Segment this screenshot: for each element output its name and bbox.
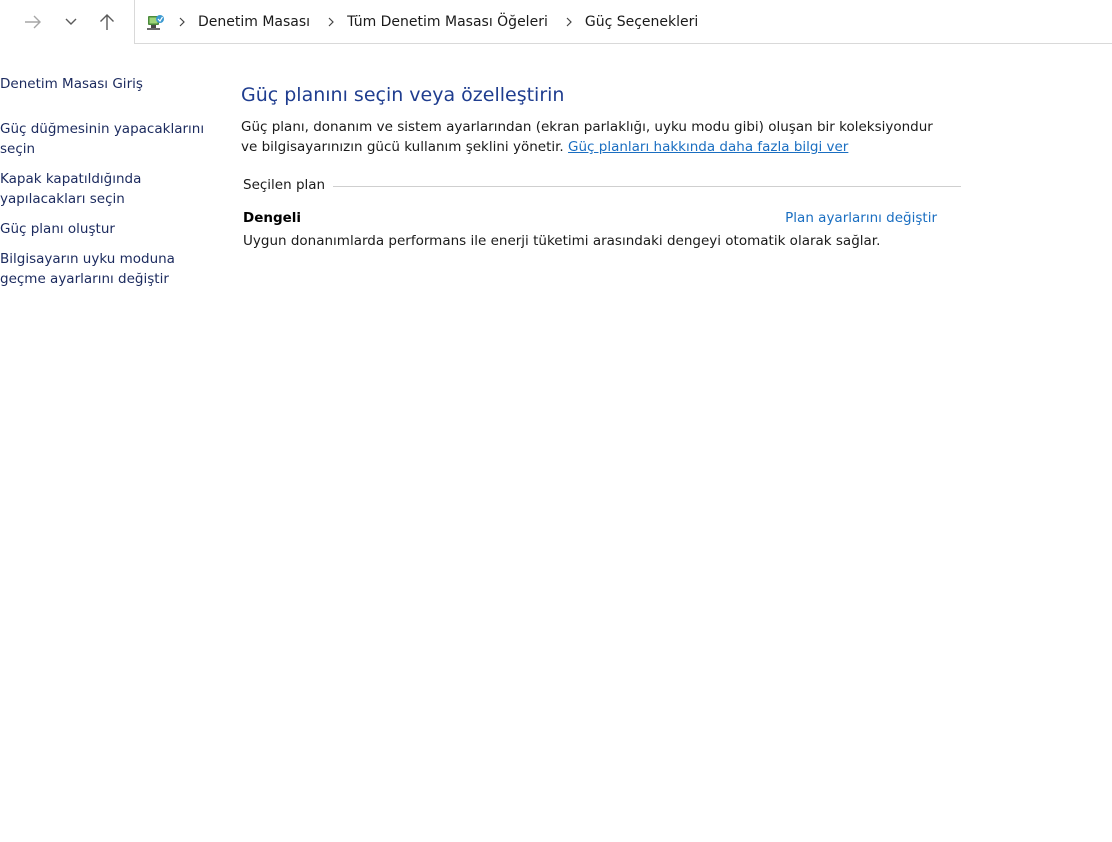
- main-content: Güç planını seçin veya özelleştirin Güç …: [241, 82, 961, 251]
- breadcrumb-control-panel[interactable]: Denetim Masası: [198, 14, 310, 30]
- navigation-bar: Denetim Masası Tüm Denetim Masası Öğeler…: [0, 0, 1112, 44]
- intro-text: Güç planı, donanım ve sistem ayarlarında…: [241, 117, 941, 157]
- change-plan-settings-link[interactable]: Plan ayarlarını değiştir: [785, 210, 937, 226]
- breadcrumb-power-options[interactable]: Güç Seçenekleri: [585, 14, 698, 30]
- selected-plan-group: Seçilen plan: [243, 175, 961, 195]
- chevron-down-icon: [65, 18, 77, 25]
- address-bar[interactable]: Denetim Masası Tüm Denetim Masası Öğeler…: [134, 0, 1112, 44]
- control-panel-icon: [147, 14, 164, 30]
- breadcrumb-separator-icon[interactable]: [175, 17, 189, 27]
- breadcrumb-separator-icon[interactable]: [562, 17, 576, 27]
- sidebar-item-power-button-action[interactable]: Güç düğmesinin yapacaklarını seçin: [0, 119, 210, 159]
- arrow-up-icon: [100, 14, 114, 30]
- recent-locations-button[interactable]: [58, 8, 84, 36]
- plan-description: Uygun donanımlarda performans ile enerji…: [243, 233, 881, 249]
- sidebar-item-control-panel-home[interactable]: Denetim Masası Giriş: [0, 74, 210, 94]
- group-divider: [333, 185, 961, 187]
- learn-more-link[interactable]: Güç planları hakkında daha fazla bilgi v…: [568, 139, 848, 155]
- breadcrumb-separator-icon[interactable]: [324, 17, 338, 27]
- sidebar-item-lid-close-action[interactable]: Kapak kapatıldığında yapılacakları seçin: [0, 169, 210, 209]
- breadcrumb-all-items[interactable]: Tüm Denetim Masası Öğeleri: [347, 14, 548, 30]
- up-button[interactable]: [92, 8, 122, 36]
- task-pane: Denetim Masası Giriş Güç düğmesinin yapa…: [0, 72, 215, 289]
- plan-name: Dengeli: [243, 210, 302, 226]
- group-label: Seçilen plan: [243, 177, 326, 193]
- plan-row: Dengeli Plan ayarlarını değiştir: [243, 208, 937, 228]
- sidebar-item-sleep-settings[interactable]: Bilgisayarın uyku moduna geçme ayarların…: [0, 249, 210, 289]
- forward-button[interactable]: [18, 8, 48, 36]
- arrow-right-icon: [25, 15, 41, 29]
- page-title: Güç planını seçin veya özelleştirin: [241, 84, 565, 106]
- sidebar-item-create-power-plan[interactable]: Güç planı oluştur: [0, 219, 210, 239]
